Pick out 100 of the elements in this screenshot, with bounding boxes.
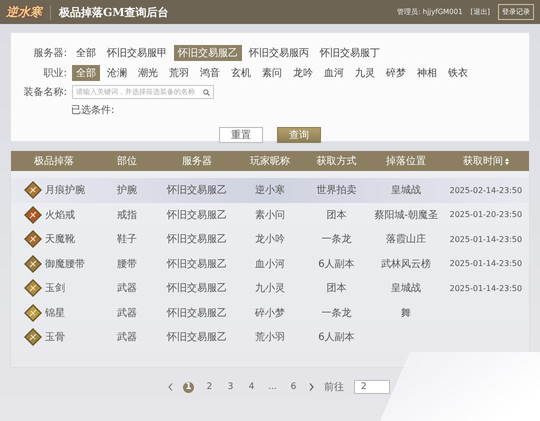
class-option[interactable]: 鸿音 (196, 65, 224, 81)
table-cell-text: 皇城战 (390, 282, 422, 296)
table-cell-text: 舞 (400, 306, 412, 320)
table-cell-text: 九小灵 (254, 282, 286, 296)
table-row[interactable]: 玉剑 武器 怀旧交易服乙 九小灵 团本 皇城战 2025-01-14-23:50 (11, 276, 529, 300)
table-cell-text: 戒指 (116, 208, 138, 222)
table-cell-text: 玉剑 (45, 282, 65, 296)
page-number[interactable]: 6 (288, 382, 299, 392)
class-option[interactable]: 铁衣 (444, 65, 472, 81)
goto-label: 前往 (324, 380, 344, 394)
server-option[interactable]: 怀旧交易服甲 (103, 45, 171, 61)
table-cell-text: 2025-02-14-23:50 (448, 186, 524, 195)
app-title: 极品掉落GM查询后台 (59, 4, 169, 20)
table-cell-text: 一条龙 (320, 306, 352, 320)
table-cell-text: 武器 (116, 306, 138, 320)
game-logo: 逆水寒 (6, 4, 42, 20)
class-option[interactable]: 血河 (320, 65, 348, 81)
table-cell-text: 怀旧交易服乙 (166, 330, 228, 344)
class-option[interactable]: 全部 (72, 65, 100, 81)
selected-conditions-label: 已选条件: (71, 104, 116, 117)
class-option[interactable]: 九灵 (351, 65, 379, 81)
class-option[interactable]: 玄机 (227, 65, 255, 81)
column-header: 获取方式 (315, 154, 358, 168)
page-number[interactable]: 4 (246, 382, 257, 392)
selected-row[interactable]: 月痕护腕 护腕 怀旧交易服乙 逆小寒 世界拍卖 皇城战 2025-02-14-23:50 (11, 178, 529, 202)
column-header: 部位 (116, 154, 138, 168)
column-header[interactable]: 获取时间 (462, 154, 503, 168)
table-cell-text: 武器 (116, 282, 138, 296)
class-option[interactable]: 潮光 (134, 65, 162, 81)
table-cell-text: 鞋子 (116, 232, 138, 246)
table-cell-text: 6人副本 (317, 258, 356, 271)
previous-page-icon[interactable] (168, 383, 173, 391)
class-option[interactable]: 荒羽 (165, 65, 193, 81)
table-row[interactable]: 天魔靴 鞋子 怀旧交易服乙 龙小吟 一条龙 落霞山庄 2025-01-14-23:50 (11, 227, 529, 252)
column-header: 玩家昵称 (248, 154, 291, 168)
item-icon (24, 279, 42, 298)
table-cell-text: 2025-01-14-23:50 (448, 284, 524, 293)
class-label: 职业: (42, 66, 67, 80)
search-icon (203, 88, 210, 96)
table-cell-text: 团本 (325, 208, 348, 222)
item-icon (24, 254, 42, 273)
table-cell-text: 龙小吟 (254, 232, 286, 246)
table-cell-text: 护腕 (116, 184, 138, 198)
class-option[interactable]: 碎梦 (382, 65, 410, 81)
table-cell-text: 蔡阳城-朝魔圣 (373, 208, 439, 222)
column-header: 掉落位置 (385, 154, 428, 168)
item-icon (24, 304, 42, 322)
table-cell-text: 怀旧交易服乙 (166, 258, 228, 271)
table-cell-text: 怀旧交易服乙 (166, 306, 228, 320)
table-cell-text: 荒小羽 (254, 330, 286, 344)
server-option[interactable]: 全部 (72, 45, 100, 61)
table-cell-text: 逆小寒 (254, 184, 286, 198)
item-icon (24, 328, 42, 346)
table-cell-text: 锦星 (45, 306, 65, 320)
item-icon (24, 206, 42, 224)
item-icon (24, 181, 42, 200)
item-icon (24, 230, 42, 248)
table-cell-text: 2025-01-14-23:50 (448, 234, 524, 244)
table-cell-text: 碎小梦 (254, 306, 286, 320)
table-row[interactable]: 玉骨 武器 怀旧交易服乙 荒小羽 6人副本 (11, 325, 529, 350)
table-cell-text: 武器 (116, 330, 138, 344)
table-cell-text: 血小河 (254, 258, 286, 271)
page-number[interactable]: 2 (204, 382, 215, 392)
sort-icon[interactable] (504, 158, 509, 164)
page-number[interactable]: 1 (183, 382, 194, 392)
table-cell-text: 火焰戒 (45, 208, 75, 222)
server-option[interactable]: 怀旧交易服丙 (245, 45, 313, 61)
table-cell-text: 怀旧交易服乙 (166, 282, 228, 296)
table-cell-text: 2025-01-20-23:50 (448, 210, 524, 220)
goto-page-field[interactable]: 2 (354, 380, 390, 394)
table-cell-text: 天魔靴 (45, 232, 75, 246)
table-cell-text: 武林风云榜 (380, 258, 432, 271)
class-option[interactable]: 神相 (413, 65, 441, 81)
page-number[interactable]: ... (267, 382, 278, 392)
server-label: 服务器: (32, 47, 67, 60)
table-cell-text: 落霞山庄 (385, 232, 428, 246)
table-cell-text: 世界拍卖 (315, 184, 358, 198)
table-row[interactable]: 火焰戒 戒指 怀旧交易服乙 素小问 团本 蔡阳城-朝魔圣 2025-01-20-23:50 (11, 202, 529, 227)
class-option[interactable]: 沧澜 (103, 65, 131, 81)
table-cell-text: 怀旧交易服乙 (166, 232, 228, 246)
table-row[interactable]: 御魔腰带 腰带 怀旧交易服乙 血小河 6人副本 武林风云榜 2025-01-14-23:50 (11, 252, 529, 276)
table-row[interactable]: 锦星 武器 怀旧交易服乙 碎小梦 一条龙 舞 (11, 300, 529, 325)
server-option[interactable]: 怀旧交易服乙 (174, 45, 242, 61)
reset-button[interactable]: 重置 (219, 127, 263, 143)
table-cell-text: 团本 (325, 282, 348, 296)
table-cell-text: 素小问 (254, 208, 286, 222)
column-header: 极品掉落 (33, 154, 76, 168)
next-page-icon[interactable] (309, 383, 314, 391)
column-header: 服务器 (180, 155, 213, 168)
table-cell-text: 皇城战 (390, 184, 422, 198)
page-number[interactable]: 3 (225, 382, 236, 392)
class-option[interactable]: 龙吟 (289, 65, 317, 81)
table-cell-text: 一条龙 (320, 232, 352, 246)
table-cell-text: 怀旧交易服乙 (166, 184, 228, 198)
class-option[interactable]: 素问 (258, 65, 286, 81)
server-option[interactable]: 怀旧交易服丁 (316, 45, 384, 61)
equipment-label: 装备名称: (22, 86, 67, 99)
table-cell-text: 玉骨 (45, 331, 65, 344)
table-cell-text: 月痕护腕 (45, 184, 85, 198)
table-cell-text: 2025-01-14-23:50 (448, 259, 524, 268)
